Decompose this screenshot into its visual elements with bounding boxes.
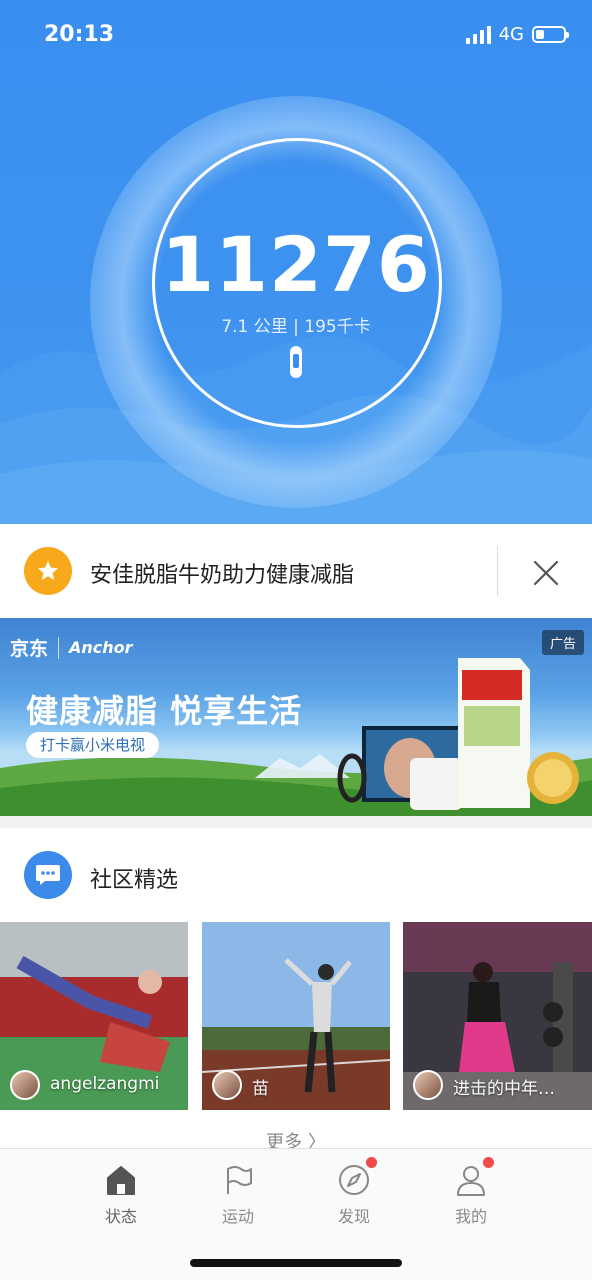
ad-label-badge: 广告: [541, 630, 584, 655]
community-title: 社区精选: [90, 868, 179, 893]
step-count: 11276: [161, 220, 431, 309]
tab-discover[interactable]: 发现: [294, 1157, 414, 1227]
flag-icon: [221, 1163, 255, 1197]
ad-cta-button[interactable]: 打卡赢小米电视: [26, 732, 160, 758]
battery-icon: [532, 26, 569, 43]
post-username: 进击的中年…: [453, 1079, 555, 1099]
status-time: 20:13: [44, 22, 115, 47]
network-type: 4G: [498, 24, 524, 45]
community-header: 社区精选: [0, 828, 592, 920]
tab-label: 发现: [337, 1207, 370, 1226]
distance-calories: 7.1 公里 | 195千卡: [221, 317, 371, 337]
post-username: angelzangmi: [50, 1074, 160, 1094]
tab-workout[interactable]: 运动: [178, 1163, 298, 1227]
avatar: [212, 1070, 242, 1100]
promo-text[interactable]: 安佳脱脂牛奶助力健康减脂: [90, 557, 354, 589]
tab-status[interactable]: 状态: [61, 1163, 181, 1227]
avatar: [10, 1070, 40, 1100]
ad-title: 健康减脂 悦享生活: [26, 692, 303, 730]
signal-icon: [465, 25, 491, 44]
profile-icon: [454, 1157, 494, 1197]
tab-label: 运动: [221, 1207, 254, 1226]
ad-brand-logos: 京东 Anchor: [10, 634, 133, 661]
anchor-logo: Anchor: [69, 638, 133, 657]
tab-label: 状态: [104, 1207, 137, 1226]
tab-profile[interactable]: 我的: [411, 1157, 531, 1227]
home-indicator[interactable]: [190, 1259, 402, 1267]
community-post-card[interactable]: 苗: [202, 922, 390, 1110]
step-dashboard: 20:13 4G 11276 7.1 公里 | 195千卡: [0, 0, 592, 524]
home-icon: [104, 1163, 138, 1197]
promo-banner[interactable]: 安佳脱脂牛奶助力健康减脂: [0, 524, 592, 618]
status-bar: 20:13 4G: [0, 0, 592, 72]
community-post-card[interactable]: 进击的中年…: [403, 922, 592, 1110]
compass-icon: [337, 1157, 377, 1197]
band-icon: [290, 346, 302, 378]
notification-dot: [366, 1157, 377, 1168]
community-post-card[interactable]: angelzangmi: [0, 922, 188, 1110]
step-ring[interactable]: 11276 7.1 公里 | 195千卡: [90, 96, 502, 508]
chat-icon: [24, 851, 72, 899]
notification-dot: [483, 1157, 494, 1168]
avatar: [413, 1070, 443, 1100]
post-username: 苗: [252, 1079, 269, 1099]
ad-banner[interactable]: 京东 Anchor 健康减脂 悦享生活 打卡赢小米电视 广告: [0, 618, 592, 816]
section-divider: [0, 816, 592, 828]
jd-logo: 京东: [10, 638, 49, 660]
close-icon[interactable]: [532, 559, 560, 587]
star-icon: [24, 547, 72, 595]
tab-label: 我的: [454, 1207, 487, 1226]
